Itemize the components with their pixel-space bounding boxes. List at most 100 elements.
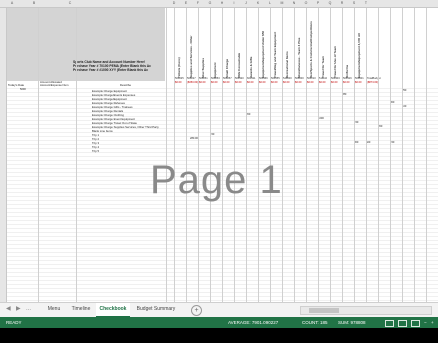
total-cell[interactable]: $0.00: [175, 81, 182, 84]
ready-status: READY: [6, 320, 22, 325]
vertical-header: Recreational Items: [283, 8, 293, 78]
total-cell[interactable]: $0.00: [355, 81, 362, 84]
amount-cell[interactable]: 280.00: [190, 137, 198, 140]
column-letter[interactable]: G: [204, 0, 216, 7]
column-gridline: [198, 8, 199, 302]
total-cell[interactable]: $0.00: [295, 81, 302, 84]
column-letter[interactable]: L: [264, 0, 276, 7]
account-number-cell[interactable]: 500025: [175, 77, 184, 80]
column-gridline: [166, 8, 167, 302]
column-letter[interactable]: A: [6, 0, 18, 7]
zoom-plus-icon[interactable]: +: [431, 317, 434, 328]
total-cell[interactable]: ($350.00): [187, 81, 198, 84]
column-gridline: [210, 8, 211, 302]
vertical-header-text: Supplies and Services - Other: [189, 35, 193, 78]
total-cell[interactable]: $0.00: [283, 81, 290, 84]
account-number-cell[interactable]: 511110: [319, 77, 327, 80]
column-gridline: [258, 8, 259, 302]
total-cell[interactable]: $0.00: [247, 81, 254, 84]
column-letter[interactable]: C: [64, 0, 76, 7]
total-cell[interactable]: $0.00: [271, 81, 278, 84]
account-number-cell[interactable]: 500555: [271, 77, 280, 80]
vertical-header: Equipment/Equipment Under $50: [259, 8, 269, 78]
column-gridline: [402, 8, 403, 302]
total-cell[interactable]: $0.00: [331, 81, 338, 84]
column-letter[interactable]: E: [180, 0, 192, 7]
total-cell[interactable]: $0.00: [259, 81, 266, 84]
tab-scroll-left-icon[interactable]: ◀: [6, 303, 11, 316]
account-number-cell[interactable]: 500253: [211, 77, 220, 80]
total-cell[interactable]: $0.00: [343, 81, 350, 84]
vertical-header-text: Awards & Gifts: [249, 56, 253, 78]
column-letter[interactable]: D: [168, 0, 180, 7]
column-letter[interactable]: P: [312, 0, 324, 7]
column-gridline: [38, 8, 39, 302]
account-number-cell[interactable]: 500316: [343, 77, 352, 80]
column-letter[interactable]: R: [336, 0, 348, 7]
column-letter[interactable]: S: [348, 0, 360, 7]
column-letter[interactable]: K: [252, 0, 264, 7]
total-cell[interactable]: $0.00: [223, 81, 230, 84]
tab-checkbook[interactable]: Checkbook: [96, 303, 130, 318]
total-cell[interactable]: $0.00: [211, 81, 218, 84]
account-number-cell[interactable]: 540000: [283, 77, 292, 80]
account-number-cell[interactable]: 501210: [307, 77, 316, 80]
vertical-header: Travel/Reg and Team Equipment: [271, 8, 281, 78]
vertical-header: Equipment/Equipment 4,000 All: [355, 8, 365, 78]
column-letter[interactable]: Q: [324, 0, 336, 7]
column-gridline: [270, 8, 271, 302]
account-number-cell[interactable]: 500320: [235, 77, 244, 80]
account-number-cell[interactable]: 500257: [223, 77, 232, 80]
column-letter[interactable]: N: [288, 0, 300, 7]
sum-readout: SUM: 978808: [338, 320, 366, 325]
total-cell[interactable]: $0.00: [319, 81, 326, 84]
vertical-header-text: DUE Consumable: [237, 52, 241, 78]
column-letter[interactable]: B: [28, 0, 40, 7]
tab-budget-summary[interactable]: Budget Summary: [130, 303, 182, 316]
row-header-bar[interactable]: [0, 8, 7, 302]
horizontal-scrollbar[interactable]: [300, 306, 432, 315]
zoom-minus-icon[interactable]: −: [424, 317, 427, 328]
normal-view-icon[interactable]: [385, 320, 394, 327]
vertical-header: Rec/Sports & Commercial/Competitions: [307, 8, 317, 78]
scrollbar-thumb[interactable]: [309, 308, 339, 313]
total-cell[interactable]: $0.00: [199, 81, 206, 84]
total-cell[interactable]: ($873.00): [367, 81, 378, 84]
page-break-view-icon[interactable]: [411, 320, 420, 327]
column-letter[interactable]: J: [240, 0, 252, 7]
tab-scroll-right-icon[interactable]: ▶: [16, 303, 21, 316]
account-number-cell[interactable]: 500366: [259, 77, 268, 80]
vertical-header: Uniforms: [343, 8, 353, 78]
account-number-cell[interactable]: 500227: [187, 77, 196, 80]
column-gridline: [174, 8, 175, 302]
column-letter[interactable]: T: [360, 0, 372, 7]
column-gridline: [318, 8, 319, 302]
column-letter[interactable]: M: [276, 0, 288, 7]
vertical-header-text: Misc Supplies: [201, 57, 205, 78]
line-item-description[interactable]: Trip 5: [92, 149, 99, 153]
account-number-cell[interactable]: 600311: [247, 77, 255, 80]
vertical-header: Small Charge: [223, 8, 233, 78]
total-cell[interactable]: $0.00: [307, 81, 314, 84]
column-letter[interactable]: O: [300, 0, 312, 7]
account-number-cell[interactable]: 500303: [331, 77, 340, 80]
vertical-header: Awards & Gifts: [247, 8, 257, 78]
tab-menu[interactable]: Menu: [42, 303, 66, 316]
page-layout-icon[interactable]: [398, 320, 407, 327]
column-gridline: [76, 8, 77, 302]
account-number-cell[interactable]: 500601: [355, 77, 364, 80]
account-number-cell[interactable]: 500251: [199, 77, 208, 80]
tab-timeline[interactable]: Timeline: [66, 303, 96, 316]
add-sheet-icon[interactable]: +: [191, 305, 202, 316]
column-letter[interactable]: H: [216, 0, 228, 7]
column-letter[interactable]: F: [192, 0, 204, 7]
vertical-header-text: Recreational Items: [285, 51, 289, 78]
sheet-tab-bar: ◀ ▶ ... Menu Timeline Checkbook Budget S…: [0, 302, 438, 318]
average-readout: AVERAGE: 7901.090227: [228, 320, 279, 325]
spreadsheet-area[interactable]: Sports Club Name and Account Number Here…: [0, 0, 438, 302]
total-cell[interactable]: $0.00: [235, 81, 242, 84]
account-number-cell[interactable]: 500000: [295, 77, 304, 80]
tab-ellipsis[interactable]: ...: [26, 303, 31, 316]
first-row-value[interactable]: 5000: [20, 88, 26, 91]
column-letter[interactable]: I: [228, 0, 240, 7]
